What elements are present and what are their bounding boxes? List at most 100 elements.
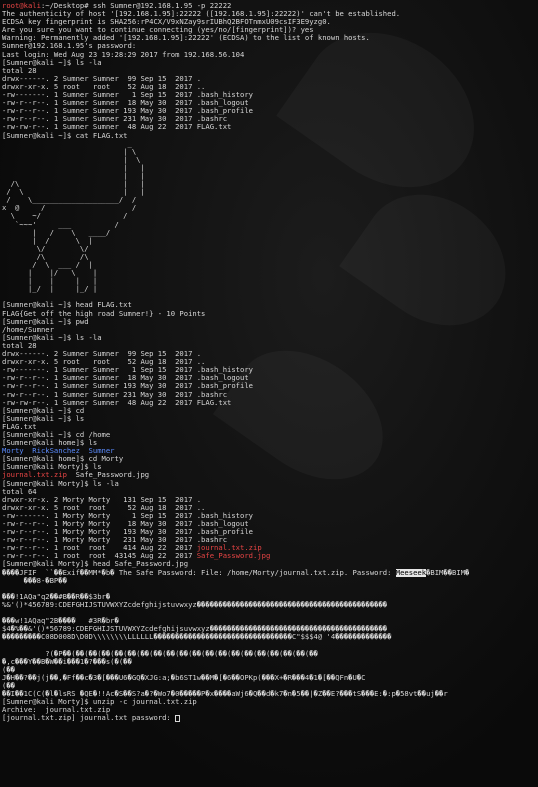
terminal-text: Are you sure you want to continue connec… (2, 26, 314, 35)
terminal-text: | |/ \ | (2, 269, 98, 278)
terminal-line: /\ | | (2, 180, 538, 188)
terminal-window[interactable]: root@kali:~/Desktop# ssh Sumner@192.168.… (0, 0, 538, 787)
terminal-text: -rw-r--r--. 1 Morty Morty 193 May 30 201… (2, 528, 253, 537)
terminal-line: (�� (2, 666, 538, 674)
terminal-text: ���!1AQa"q2��#B��R��$3br� (2, 592, 111, 601)
terminal-text: [Sumner@kali ~]$ cd /home (2, 430, 111, 439)
terminal-text: Morty RickSanchez Sumner (2, 447, 115, 456)
terminal-line: | | (2, 172, 538, 180)
terminal-line: Morty RickSanchez Sumner (2, 447, 538, 455)
terminal-line: `~~~' ___ / (2, 221, 538, 229)
terminal-text: drwx------. 2 Sumner Sumner 99 Sep 15 20… (2, 350, 202, 359)
terminal-text: $4�%��&'()*56789:CDEFGHIJSTUVWXYZcdefghi… (2, 625, 388, 634)
terminal-text: total 28 (2, 341, 37, 350)
terminal-line: -rw-rw-r--. 1 Sumner Sumner 48 Aug 22 20… (2, 123, 538, 131)
terminal-text: �,c���Y��B�W��i���1�?���s(�(�� (2, 657, 132, 666)
terminal-line: journal.txt.zip Safe_Password.jpg (2, 471, 538, 479)
terminal-text: Sumner@192.168.1.95's password: (2, 42, 137, 51)
terminal-line: FLAG.txt (2, 423, 538, 431)
terminal-text: Meeseek (395, 568, 427, 577)
terminal-text: | / \ | (2, 236, 93, 245)
terminal-line: Last login: Wed Aug 23 19:28:29 2017 fro… (2, 51, 538, 59)
terminal-line: _ (2, 140, 538, 148)
terminal-line: [Sumner@kali ~]$ ls -la (2, 59, 538, 67)
terminal-text: journal.txt.zip (196, 544, 262, 553)
terminal-line: drwxr-xr-x. 5 root root 52 Aug 18 2017 .… (2, 358, 538, 366)
terminal-line: -rw-rw-r--. 1 Sumner Sumner 48 Aug 22 20… (2, 399, 538, 407)
terminal-text: -rw-r--r--. 1 Sumner Sumner 193 May 30 2… (2, 107, 253, 116)
terminal-text: �BIM��BIM� (426, 568, 470, 577)
terminal-line: ����JFIF ``��Exif��MM*�b� The Safe Passw… (2, 568, 538, 577)
terminal-text: / \ ___ / | (2, 261, 93, 269)
terminal-text: -rw-r--r--. 1 Morty Morty 231 May 30 201… (2, 536, 228, 545)
terminal-line: -rw-r--r--. 1 Sumner Sumner 18 May 30 20… (2, 374, 538, 382)
terminal-text: Last login: Wed Aug 23 19:28:29 2017 fro… (2, 50, 245, 59)
terminal-line: -rw-r--r--. 1 root root 414 Aug 22 2017 … (2, 544, 538, 552)
terminal-text: Safe_Password.jpg (66, 471, 150, 480)
terminal-text: /home/Sumner (2, 325, 54, 334)
terminal-line: ���!1AQa"q2��#B��R��$3br� (2, 593, 538, 601)
terminal-text: ���8-�BP�� (2, 576, 67, 585)
terminal-line: -rw-r--r--. 1 Morty Morty 231 May 30 201… (2, 536, 538, 544)
terminal-text: (�� (2, 665, 15, 674)
terminal-text: | \ (2, 155, 141, 164)
terminal-line: / \____________________/ / (2, 196, 538, 204)
terminal-line: /home/Sumner (2, 326, 538, 334)
terminal-cursor (175, 714, 181, 722)
terminal-text: |_/ | |_/ | (2, 285, 98, 294)
terminal-text: ���������C08D008D\D0D\\\\\\\\LLLLLL�����… (2, 633, 392, 642)
terminal-text: FLAG.txt (2, 422, 37, 431)
terminal-line: Sumner@192.168.1.95's password: (2, 42, 538, 50)
terminal-line: ���w!1AQaq"2B���� #3R�br� (2, 617, 538, 625)
terminal-text: x @ / / (2, 204, 137, 213)
terminal-text: [Sumner@kali ~]$ ls (2, 414, 85, 423)
terminal-line: root@kali:~/Desktop# ssh Sumner@192.168.… (2, 2, 538, 10)
terminal-line: / \ ___ / | (2, 261, 538, 269)
terminal-text: [Sumner@kali Morty]$ unzip -c journal.tx… (2, 698, 197, 707)
terminal-line: -rw-r--r--. 1 Sumner Sumner 193 May 30 2… (2, 382, 538, 390)
terminal-text: | / \ ____/ (2, 228, 111, 237)
terminal-output[interactable]: root@kali:~/Desktop# ssh Sumner@192.168.… (2, 2, 538, 722)
terminal-line: drwxr-xr-x. 2 Morty Morty 131 Sep 15 201… (2, 496, 538, 504)
terminal-line: $4�%��&'()*56789:CDEFGHIJSTUVWXYZcdefghi… (2, 625, 538, 633)
terminal-line: -rw-r--r--. 1 Sumner Sumner 231 May 30 2… (2, 115, 538, 123)
terminal-line: \ ~/ / (2, 212, 538, 220)
terminal-line: The authenticity of host '[192.168.1.95]… (2, 10, 538, 18)
terminal-text: [Sumner@kali Morty]$ ls -la (2, 479, 119, 488)
terminal-line: ?(�P��(��(��(��(��(��(��(��(��(��(��(��(… (2, 650, 538, 658)
terminal-text: \ ~/ / (2, 212, 128, 221)
terminal-text: The authenticity of host '[192.168.1.95]… (2, 10, 401, 19)
terminal-text: [journal.txt.zip] journal.txt password: (2, 714, 176, 723)
terminal-line: drwxr-xr-x. 5 root root 52 Aug 18 2017 .… (2, 83, 538, 91)
terminal-line: [Sumner@kali ~]$ ls -la (2, 334, 538, 342)
terminal-line: | \ (2, 156, 538, 164)
terminal-text: Warning: Permanently added '[192.168.1.9… (2, 34, 370, 43)
terminal-line: ���������C08D008D\D0D\\\\\\\\LLLLLL�����… (2, 633, 538, 641)
terminal-text: [Sumner@kali Morty]$ head Safe_Password.… (2, 560, 189, 569)
terminal-text: root@kali (2, 2, 41, 10)
terminal-text: ECDSA key fingerprint is SHA256:rP4CX/V9… (2, 18, 331, 27)
terminal-line: -rw-r--r--. 1 Sumner Sumner 231 May 30 2… (2, 391, 538, 399)
terminal-line: drwxr-xr-x. 5 root root 52 Aug 18 2017 .… (2, 504, 538, 512)
terminal-line: Are you sure you want to continue connec… (2, 26, 538, 34)
terminal-text: total 28 (2, 66, 37, 75)
terminal-line: | \ (2, 148, 538, 156)
terminal-text: Archive: journal.txt.zip (2, 706, 111, 715)
terminal-line: -rw-r--r--. 1 Sumner Sumner 193 May 30 2… (2, 107, 538, 115)
terminal-line: total 28 (2, 67, 538, 75)
terminal-line: -rw-r--r--. 1 Morty Morty 193 May 30 201… (2, 528, 538, 536)
terminal-line: /\ /\ (2, 253, 538, 261)
terminal-line: %&'()*456789:CDEFGHIJSTUVWXYZcdefghijstu… (2, 601, 538, 609)
terminal-line: ���8-�BP�� (2, 577, 538, 585)
terminal-text: ��I��1C(C(�l�lsRS �QE�!!Ac�S��S?a�?�Wo7�… (2, 689, 448, 698)
terminal-text: [Sumner@kali ~]$ cd (2, 406, 85, 415)
terminal-line: total 28 (2, 342, 538, 350)
terminal-line: -rw-------. 1 Sumner Sumner 1 Sep 15 201… (2, 91, 538, 99)
terminal-line: | | (2, 164, 538, 172)
terminal-line: �,c���Y��B�W��i���1�?���s(�(�� (2, 658, 538, 666)
terminal-text: %&'()*456789:CDEFGHIJSTUVWXYZcdefghijstu… (2, 600, 388, 609)
terminal-line: drwx------. 2 Sumner Sumner 99 Sep 15 20… (2, 75, 538, 83)
